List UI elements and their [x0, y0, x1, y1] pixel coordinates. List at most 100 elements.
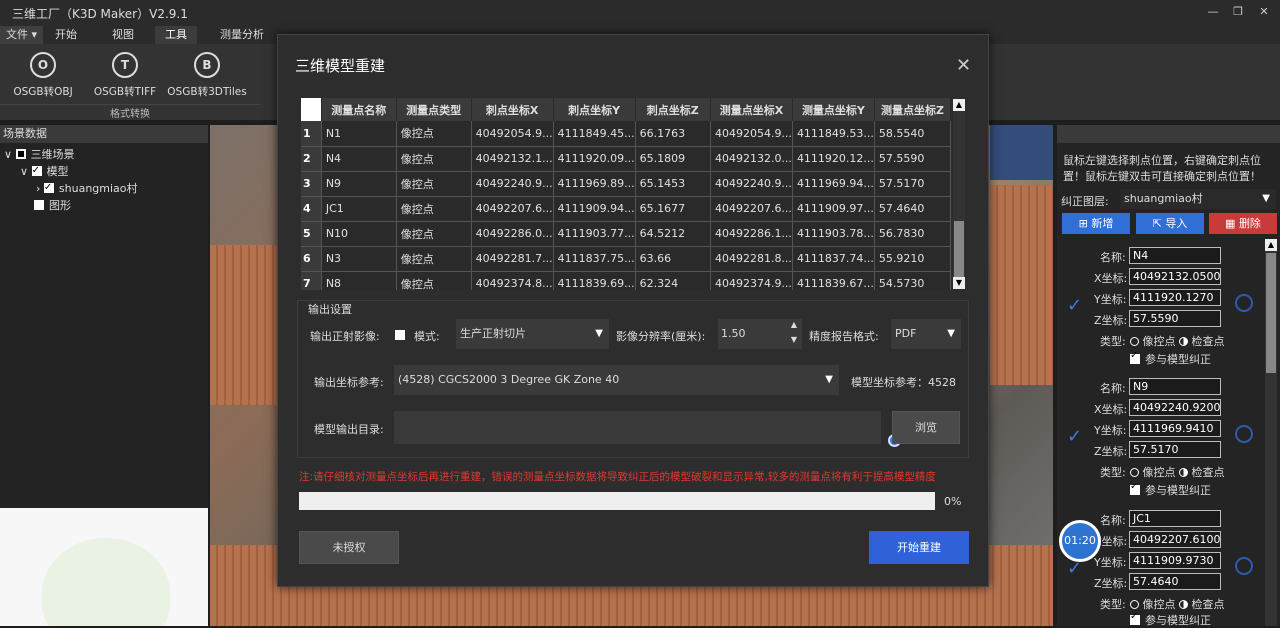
table-cell[interactable]: 40492054.9... — [471, 121, 554, 147]
table-cell[interactable]: 40492281.7... — [471, 246, 554, 272]
table-row[interactable]: 4 JC1 像控点 40492207.6... 4111909.94... 65.1677… — [301, 196, 951, 222]
column-header[interactable]: 测量点坐标Z — [874, 98, 951, 121]
table-cell[interactable]: 62.324 — [635, 271, 711, 290]
participate-toggle[interactable]: 参与模型纠正 — [1130, 350, 1211, 367]
control-radio[interactable] — [1130, 600, 1139, 609]
table-cell[interactable]: 54.5730 — [874, 271, 951, 290]
table-cell[interactable]: N1 — [321, 121, 397, 147]
column-header[interactable]: 刺点坐标Z — [635, 98, 711, 121]
step-down-icon[interactable]: ▼ — [791, 325, 797, 355]
locate-icon[interactable] — [1235, 294, 1253, 312]
row-number[interactable]: 6 — [301, 246, 322, 272]
table-cell[interactable]: 4111909.97... — [792, 196, 875, 222]
import-button[interactable]: ⇱ 导入 — [1136, 213, 1204, 234]
table-cell[interactable]: 40492132.0... — [710, 146, 793, 172]
table-cell[interactable]: 55.9210 — [874, 246, 951, 272]
row-number[interactable]: 3 — [301, 171, 322, 197]
table-cell[interactable]: 63.66 — [635, 246, 711, 272]
table-row[interactable]: 7 N8 像控点 40492374.8... 4111839.69... 62.324 40… — [301, 271, 951, 290]
type-radio-group[interactable]: 像控点 检查点 — [1130, 596, 1225, 612]
close-icon[interactable]: ✕ — [956, 55, 971, 76]
table-cell[interactable]: 40492374.8... — [471, 271, 554, 290]
scroll-up-icon[interactable]: ▲ — [1265, 239, 1277, 251]
table-cell[interactable]: 65.1453 — [635, 171, 711, 197]
table-cell[interactable]: 40492207.6... — [471, 196, 554, 222]
scroll-thumb[interactable] — [954, 221, 964, 277]
table-cell[interactable]: 4111903.77... — [553, 221, 636, 247]
table-row[interactable]: 1 N1 像控点 40492054.9... 4111849.45... 66.1763 4… — [301, 121, 951, 147]
check-radio[interactable] — [1179, 468, 1188, 477]
unauthorized-button[interactable]: 未授权 — [299, 531, 399, 564]
ortho-checkbox[interactable] — [395, 330, 405, 340]
table-cell[interactable]: 40492281.8... — [710, 246, 793, 272]
table-cell[interactable]: 4111839.69... — [553, 271, 636, 290]
table-corner[interactable] — [301, 98, 322, 121]
control-radio[interactable] — [1130, 337, 1139, 346]
table-cell[interactable]: 57.4640 — [874, 196, 951, 222]
table-cell[interactable]: 4111849.53... — [792, 121, 875, 147]
y-field[interactable]: 4111909.9730 — [1129, 552, 1221, 569]
scroll-up-icon[interactable]: ▲ — [953, 99, 965, 111]
table-cell[interactable]: 4111903.78... — [792, 221, 875, 247]
model-checkbox[interactable] — [31, 162, 42, 179]
tab-measure[interactable]: 测量分析 — [210, 26, 274, 44]
minimize-icon[interactable]: — — [1205, 4, 1221, 20]
row-number[interactable]: 1 — [301, 121, 322, 147]
table-cell[interactable]: 40492240.9... — [471, 171, 554, 197]
z-field[interactable]: 57.5170 — [1129, 441, 1221, 458]
table-cell[interactable]: N4 — [321, 146, 397, 172]
table-cell[interactable]: 40492207.6... — [710, 196, 793, 222]
check-radio[interactable] — [1179, 337, 1188, 346]
table-cell[interactable]: 像控点 — [396, 221, 472, 247]
table-cell[interactable]: 像控点 — [396, 121, 472, 147]
table-cell[interactable]: N8 — [321, 271, 397, 290]
table-cell[interactable]: 40492132.1... — [471, 146, 554, 172]
table-cell[interactable]: 像控点 — [396, 171, 472, 197]
participate-checkbox[interactable] — [1130, 611, 1140, 625]
tree-item-model[interactable]: ∨ 模型 — [20, 162, 69, 180]
column-header[interactable]: 测量点坐标Y — [792, 98, 875, 121]
control-radio[interactable] — [1130, 468, 1139, 477]
table-cell[interactable]: 40492054.9... — [710, 121, 793, 147]
table-cell[interactable]: 像控点 — [396, 196, 472, 222]
table-scrollbar[interactable]: ▲ ▼ — [953, 99, 965, 289]
table-row[interactable]: 2 N4 像控点 40492132.1... 4111920.09... 65.1809 4… — [301, 146, 951, 172]
table-row[interactable]: 6 N3 像控点 40492281.7... 4111837.75... 63.66 404… — [301, 246, 951, 272]
table-cell[interactable]: 4111909.94... — [553, 196, 636, 222]
file-menu[interactable]: 文件 ▾ — [0, 26, 44, 44]
chevron-right-icon[interactable]: › — [36, 182, 40, 195]
table-cell[interactable]: 4111837.75... — [553, 246, 636, 272]
table-cell[interactable]: 4111920.09... — [553, 146, 636, 172]
tab-tools[interactable]: 工具 — [155, 26, 197, 44]
x-field[interactable]: 40492207.6100 — [1129, 531, 1221, 548]
table-cell[interactable]: 65.1677 — [635, 196, 711, 222]
locate-icon[interactable] — [1235, 425, 1253, 443]
scroll-down-icon[interactable]: ▼ — [953, 277, 965, 289]
scene-checkbox[interactable] — [15, 149, 26, 159]
table-row[interactable]: 3 N9 像控点 40492240.9... 4111969.89... 65.1453 4… — [301, 171, 951, 197]
table-cell[interactable]: 4111969.94... — [792, 171, 875, 197]
table-cell[interactable]: N3 — [321, 246, 397, 272]
row-number[interactable]: 7 — [301, 271, 322, 290]
scroll-thumb[interactable] — [1266, 253, 1276, 373]
name-field[interactable]: JC1 — [1129, 510, 1221, 527]
table-cell[interactable]: 40492374.9... — [710, 271, 793, 290]
minimap[interactable] — [0, 508, 208, 626]
column-header[interactable]: 刺点坐标Y — [553, 98, 636, 121]
table-cell[interactable]: 4111920.12... — [792, 146, 875, 172]
tab-start[interactable]: 开始 — [45, 26, 87, 44]
participate-checkbox[interactable] — [1130, 481, 1140, 495]
column-header[interactable]: 测量点名称 — [321, 98, 397, 121]
start-rebuild-button[interactable]: 开始重建 — [869, 531, 969, 564]
table-cell[interactable]: 40492286.0... — [471, 221, 554, 247]
y-field[interactable]: 4111969.9410 — [1129, 420, 1221, 437]
type-radio-group[interactable]: 像控点 检查点 — [1130, 333, 1225, 349]
table-cell[interactable]: 56.7830 — [874, 221, 951, 247]
maximize-icon[interactable]: ❐ — [1230, 4, 1246, 20]
osgb-to-3dtiles-button[interactable]: B OSGB转3DTiles — [167, 50, 247, 104]
x-field[interactable]: 40492240.9200 — [1129, 399, 1221, 416]
participate-checkbox[interactable] — [1130, 350, 1140, 364]
layer-select[interactable]: shuangmiao村 ▼ — [1120, 189, 1276, 209]
tab-view[interactable]: 视图 — [102, 26, 144, 44]
table-cell[interactable]: 4111969.89... — [553, 171, 636, 197]
